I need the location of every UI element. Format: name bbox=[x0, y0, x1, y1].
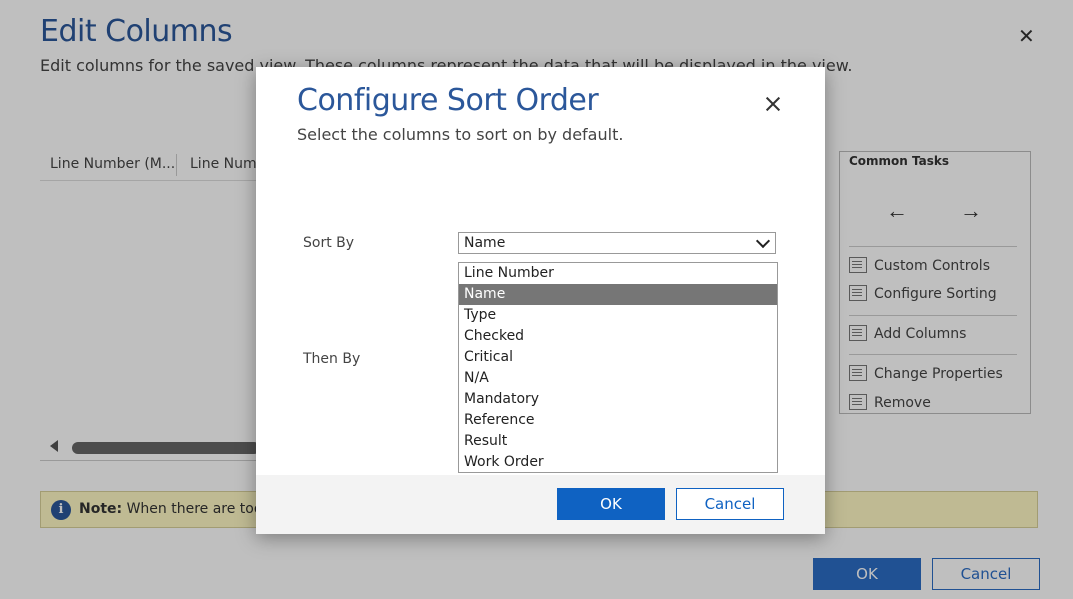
sort-by-value: Name bbox=[464, 235, 506, 251]
dialog-title: Configure Sort Order bbox=[297, 83, 599, 118]
dropdown-option[interactable]: Result bbox=[459, 431, 777, 452]
sort-by-label: Sort By bbox=[303, 235, 355, 251]
dropdown-option[interactable]: Work Order bbox=[459, 452, 777, 473]
close-icon[interactable] bbox=[763, 94, 783, 114]
then-by-label: Then By bbox=[303, 351, 361, 367]
dialog-subtitle: Select the columns to sort on by default… bbox=[297, 125, 624, 144]
dropdown-option[interactable]: Type bbox=[459, 305, 777, 326]
sort-by-select[interactable]: Name bbox=[458, 232, 776, 254]
configure-sort-order-dialog: Configure Sort Order Select the columns … bbox=[256, 67, 825, 534]
ok-button[interactable]: OK bbox=[557, 488, 665, 520]
cancel-button[interactable]: Cancel bbox=[676, 488, 784, 520]
dropdown-option[interactable]: Checked bbox=[459, 326, 777, 347]
dropdown-option-selected[interactable]: Name bbox=[459, 284, 777, 305]
dropdown-option[interactable]: Mandatory bbox=[459, 389, 777, 410]
chevron-down-icon bbox=[755, 233, 771, 249]
dropdown-option[interactable]: Line Number bbox=[459, 263, 777, 284]
sort-by-dropdown-list[interactable]: Line Number Name Type Checked Critical N… bbox=[458, 262, 778, 473]
dropdown-option[interactable]: Reference bbox=[459, 410, 777, 431]
dropdown-option[interactable]: Critical bbox=[459, 347, 777, 368]
dropdown-option[interactable]: N/A bbox=[459, 368, 777, 389]
dialog-footer: OK Cancel bbox=[256, 475, 825, 534]
